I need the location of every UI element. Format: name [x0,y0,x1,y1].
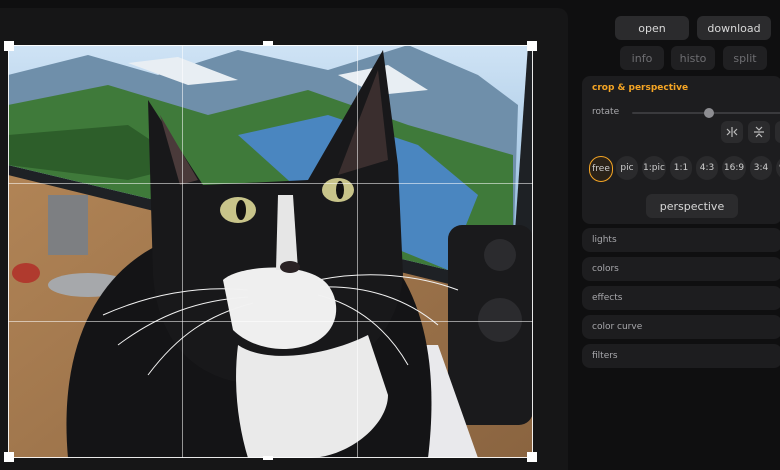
crop-grid-vertical-1 [182,45,183,458]
colors-section[interactable]: colors [582,257,780,281]
crop-handle-bottom-middle[interactable] [263,456,273,460]
crop-handle-top-left[interactable] [4,41,14,51]
rotate-icon[interactable] [775,121,780,143]
color-curve-section[interactable]: color curve [582,315,780,339]
crop-grid-horizontal-2 [8,321,533,322]
crop-handle-top-right[interactable] [527,41,537,51]
rotate-label: rotate [592,107,620,117]
open-button[interactable]: open [615,16,689,40]
ratio-1-1[interactable]: 1:1 [670,156,692,180]
effects-section[interactable]: effects [582,286,780,310]
rotate-slider-knob[interactable] [704,108,714,118]
filters-section[interactable]: filters [582,344,780,368]
cat-photo [8,45,533,458]
crop-section: crop & perspective rotate free pic 1:pic… [582,76,780,224]
split-button[interactable]: split [723,46,767,70]
flip-vertical-icon[interactable] [748,121,770,143]
download-button[interactable]: download [697,16,771,40]
filters-title[interactable]: filters [592,351,618,361]
ratio-3-4[interactable]: 3:4 [750,156,772,180]
ratio-pic[interactable]: pic [616,156,638,180]
histo-button[interactable]: histo [671,46,715,70]
crop-grid-horizontal-1 [8,183,533,184]
ratio-free[interactable]: free [589,156,613,182]
crop-grid-vertical-2 [357,45,358,458]
crop-handle-bottom-left[interactable] [4,452,14,462]
lights-section[interactable]: lights [582,228,780,252]
ratio-9-partial[interactable]: 9: [776,156,780,180]
side-panel: open download info histo split crop & pe… [578,0,780,470]
effects-title[interactable]: effects [592,293,622,303]
ratio-4-3[interactable]: 4:3 [696,156,718,180]
crop-handle-top-middle[interactable] [263,41,273,45]
info-button[interactable]: info [620,46,664,70]
lights-title[interactable]: lights [592,235,617,245]
flip-horizontal-icon[interactable] [721,121,743,143]
crop-handle-bottom-right[interactable] [527,452,537,462]
perspective-button[interactable]: perspective [646,194,738,218]
crop-section-title[interactable]: crop & perspective [592,83,688,93]
color-curve-title[interactable]: color curve [592,322,642,332]
ratio-1-pic[interactable]: 1:pic [642,156,666,180]
photo-preview[interactable] [8,45,533,458]
colors-title[interactable]: colors [592,264,619,274]
ratio-16-9[interactable]: 16:9 [722,156,746,180]
